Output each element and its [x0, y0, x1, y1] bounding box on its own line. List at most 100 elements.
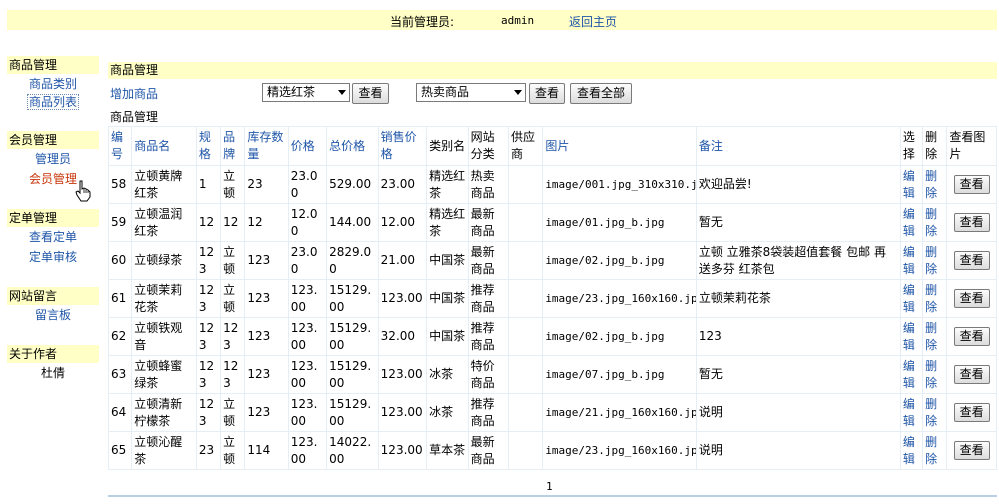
table-cell: 热卖商品	[467, 165, 509, 204]
nav-item-category[interactable]: 商品类别	[29, 77, 77, 91]
table-cell: 立顿	[220, 241, 246, 280]
table-cell	[507, 279, 544, 318]
table-cell: 暂无	[695, 355, 901, 394]
table-cell: 123.00	[287, 317, 328, 356]
pagination: 1	[108, 479, 997, 497]
edit-link[interactable]: 编辑	[903, 169, 915, 200]
table-cell: 123	[244, 241, 289, 280]
table-cell: 12	[195, 203, 222, 242]
view-image-button[interactable]: 查看	[953, 175, 990, 194]
table-header-row: 编号 商品名 规格 品牌 库存数量 价格 总价格 销售价格 类别名 网站分类 供应商 图片 备注 选择 删除…	[107, 126, 997, 166]
table-cell: 立顿	[220, 165, 246, 204]
table-cell: image/01.jpg_b.jpg	[542, 203, 697, 242]
table-cell: 草本茶	[426, 431, 469, 470]
type-select[interactable]: 热卖商品	[416, 83, 526, 102]
page-number[interactable]: 1	[546, 480, 553, 493]
column-header: 价格	[287, 126, 328, 166]
table-cell	[507, 203, 544, 242]
table-cell: 15129.00	[326, 355, 379, 394]
delete-link[interactable]: 删除	[925, 435, 937, 466]
view-all-button[interactable]: 查看全部	[570, 83, 632, 104]
table-cell: 14022.00	[326, 431, 379, 470]
table-cell: 冰茶	[426, 393, 469, 432]
table-cell: 中国茶	[426, 317, 469, 356]
table-cell: 123.00	[287, 279, 328, 318]
table-cell: image/23.jpg_160x160.jpg	[542, 279, 697, 318]
table-cell: 123	[195, 241, 222, 280]
category-select[interactable]: 精选红茶	[262, 83, 350, 102]
edit-link[interactable]: 编辑	[903, 397, 915, 428]
nav-group-orders: 定单管理 查看定单 定单审核	[7, 209, 99, 267]
column-header: 图片	[542, 126, 697, 166]
nav-item-members[interactable]: 会员管理	[29, 172, 77, 186]
table-cell: 立顿沁醒茶	[131, 431, 197, 470]
nav-item-guestbook[interactable]: 留言板	[35, 308, 71, 322]
table-cell: 23.00	[377, 165, 428, 204]
table-cell	[507, 165, 544, 204]
table-cell: 12	[220, 203, 246, 242]
table-cell: 最新商品	[467, 203, 509, 242]
edit-link[interactable]: 编辑	[903, 245, 915, 276]
table-cell: image/23.jpg_160x160.jpg	[542, 431, 697, 470]
nav-item-view-orders[interactable]: 查看定单	[29, 230, 77, 244]
table-cell: 123.00	[287, 355, 328, 394]
chevron-down-icon	[514, 90, 522, 95]
table-cell: 立顿黄牌红茶	[131, 165, 197, 204]
column-header: 查看图片	[946, 126, 997, 166]
view-image-button[interactable]: 查看	[953, 365, 990, 384]
table-cell: 15129.00	[326, 279, 379, 318]
table-cell: 2829.00	[326, 241, 379, 280]
view-image-button[interactable]: 查看	[953, 441, 990, 460]
table-cell: image/21.jpg_160x160.jpg	[542, 393, 697, 432]
table-cell: 立顿茉莉花茶	[131, 279, 197, 318]
add-goods-link[interactable]: 增加商品	[110, 85, 158, 102]
nav-item-audit-orders[interactable]: 定单审核	[29, 250, 77, 264]
table-cell: 立顿	[220, 279, 246, 318]
edit-link[interactable]: 编辑	[903, 283, 915, 314]
view-image-button[interactable]: 查看	[953, 327, 990, 346]
home-link[interactable]: 返回主页	[569, 15, 617, 29]
table-row: 64 立顿清新柠檬茶 123 立顿 123 123.00 15129.00 123.00 冰茶推…	[107, 393, 997, 432]
table-cell: 123	[195, 393, 222, 432]
table-cell: 立顿蜂蜜绿茶	[131, 355, 197, 394]
edit-link[interactable]: 编辑	[903, 321, 915, 352]
table-row: 65 立顿沁醒茶 23 立顿 114 123.00 14022.00 123.00 草本茶 最新商…	[107, 431, 997, 470]
nav-item-admin[interactable]: 管理员	[35, 152, 71, 166]
view-image-button[interactable]: 查看	[953, 289, 990, 308]
view-type-button[interactable]: 查看	[529, 83, 565, 104]
table-cell: 114	[244, 431, 289, 470]
column-header: 编号	[107, 126, 133, 166]
table-cell: 立顿	[220, 393, 246, 432]
column-header: 商品名	[131, 126, 197, 166]
column-header: 供应商	[507, 126, 544, 166]
admin-name: admin	[501, 14, 535, 27]
table-cell: 64	[107, 393, 133, 432]
table-cell: 123.00	[287, 393, 328, 432]
section-subtitle: 商品管理	[110, 110, 159, 124]
table-cell: 23	[244, 165, 289, 204]
table-row: 62 立顿铁观音 123 123 123 123.00 15129.00 32.00 中国茶 推荐…	[107, 317, 997, 356]
view-image-button[interactable]: 查看	[953, 403, 990, 422]
table-cell: 58	[107, 165, 133, 204]
author-name: 杜倩	[40, 366, 65, 380]
nav-item-goods-list[interactable]: 商品列表	[26, 94, 79, 110]
column-header: 库存数量	[244, 126, 289, 166]
table-cell: 123	[244, 279, 289, 318]
delete-link[interactable]: 删除	[925, 283, 937, 314]
edit-link[interactable]: 编辑	[903, 359, 915, 390]
edit-link[interactable]: 编辑	[903, 435, 915, 466]
delete-link[interactable]: 删除	[925, 321, 937, 352]
delete-link[interactable]: 删除	[925, 397, 937, 428]
table-cell: 推荐商品	[467, 317, 509, 356]
edit-link[interactable]: 编辑	[903, 207, 915, 238]
view-image-button[interactable]: 查看	[953, 213, 990, 232]
table-cell	[507, 317, 544, 356]
delete-link[interactable]: 删除	[925, 169, 937, 200]
table-cell: 精选红茶	[426, 165, 469, 204]
view-category-button[interactable]: 查看	[352, 83, 389, 104]
delete-link[interactable]: 删除	[925, 207, 937, 238]
delete-link[interactable]: 删除	[925, 359, 937, 390]
view-image-button[interactable]: 查看	[953, 251, 990, 270]
nav-group-author: 关于作者 杜倩	[7, 345, 99, 383]
delete-link[interactable]: 删除	[925, 245, 937, 276]
